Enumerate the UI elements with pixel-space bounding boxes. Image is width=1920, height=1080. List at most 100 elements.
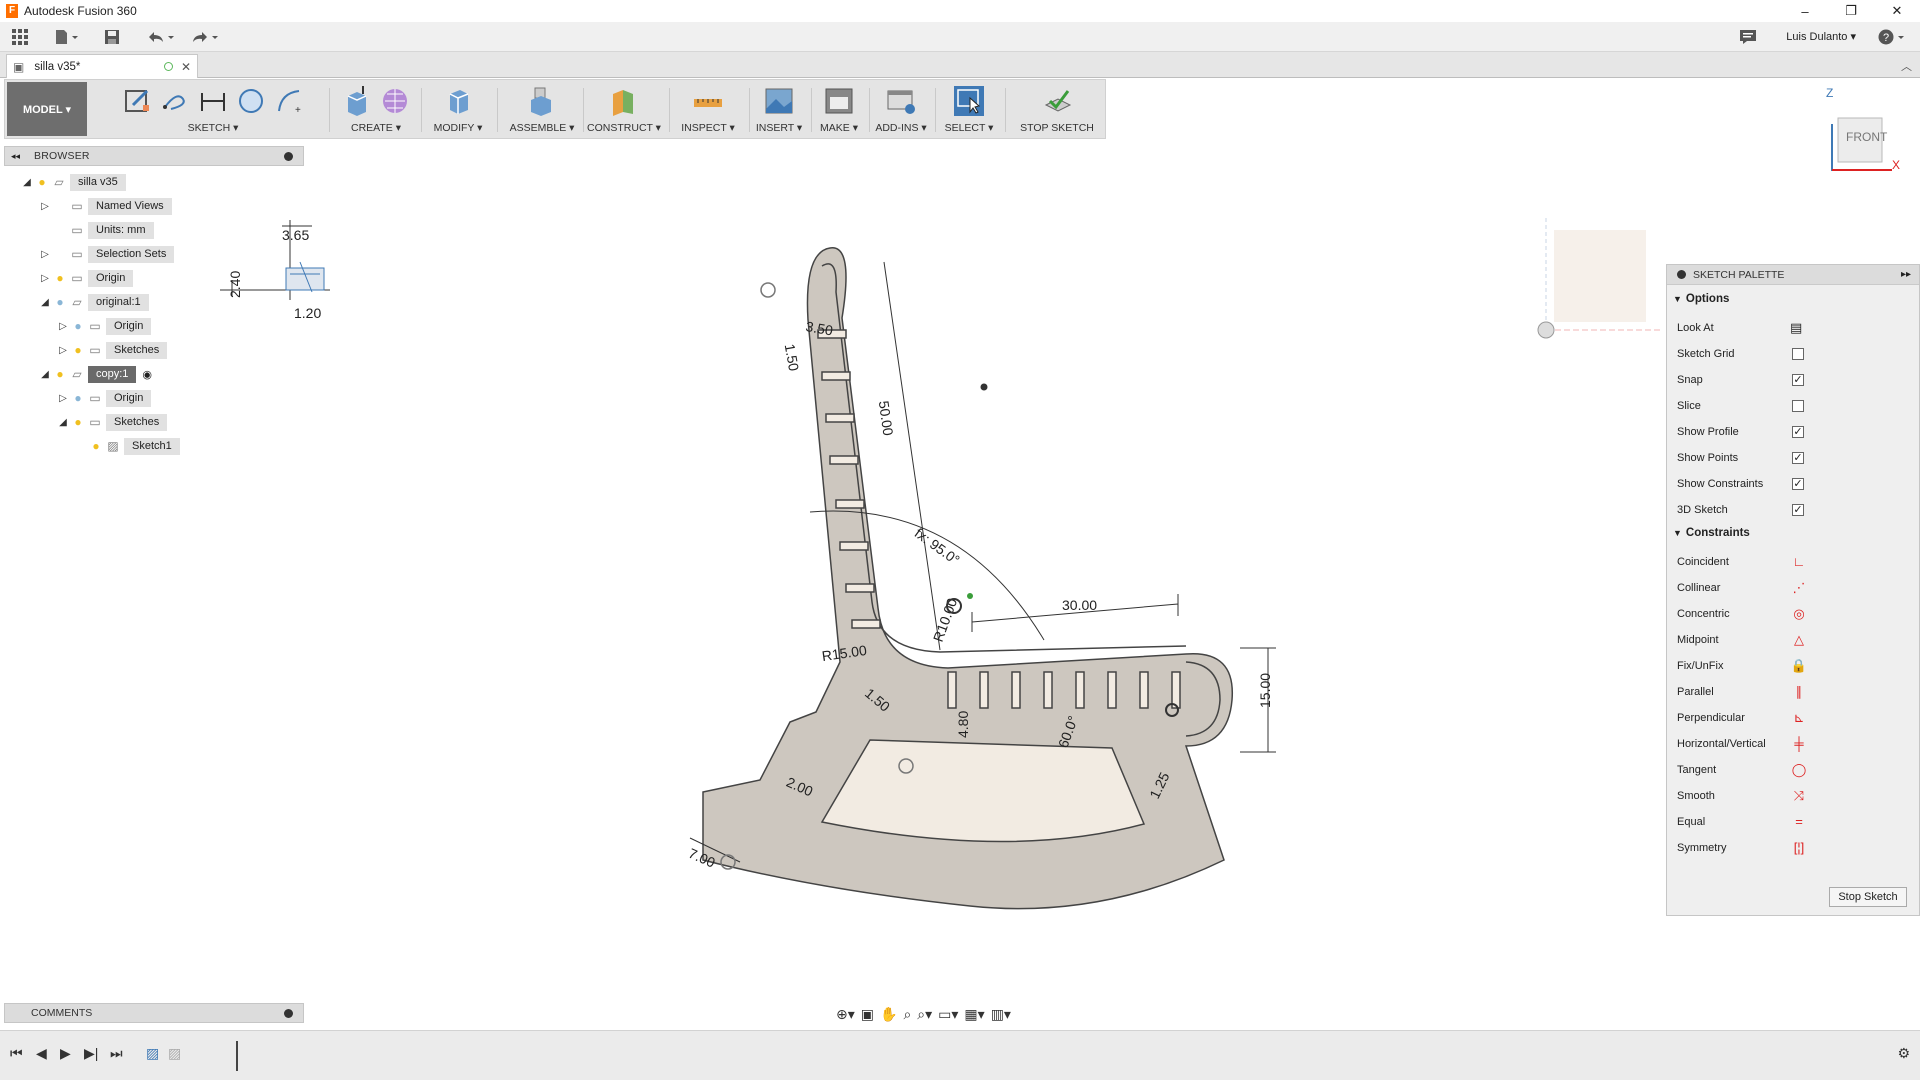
insert-group[interactable]: INSERT ▾ [751, 84, 807, 136]
go-to-start-icon[interactable]: ⏮ [10, 1045, 23, 1062]
chat-icon[interactable] [1740, 27, 1756, 47]
data-panel-grid-icon[interactable] [12, 27, 28, 47]
constraint-horizontal-vertical[interactable]: Horizontal/Vertical ╪ [1677, 735, 1911, 753]
redo-icon[interactable] [190, 27, 220, 47]
dimension-icon[interactable] [198, 86, 228, 116]
close-tab-icon[interactable]: ✕ [181, 60, 191, 74]
create-menu-label[interactable]: CREATE ▾ [335, 122, 417, 134]
collapse-arrow-icon[interactable]: ◢ [56, 417, 70, 428]
pin-browser-icon[interactable] [284, 151, 293, 161]
collapse-arrow-icon[interactable]: ◢ [38, 297, 52, 308]
add-ins-menu-label[interactable]: ADD-INS ▾ [871, 122, 931, 134]
tree-node-original-origin[interactable]: ▷ ● ▭ Origin [56, 317, 152, 335]
center-point-marker[interactable] [760, 282, 776, 298]
constraint-smooth[interactable]: Smooth ⤨ [1677, 787, 1911, 805]
scripts-icon[interactable] [886, 86, 916, 116]
constraint-parallel[interactable]: Parallel ∥ [1677, 683, 1911, 701]
dimension-label[interactable]: 2.00 [784, 774, 816, 800]
dimension-label[interactable]: R10.00 [930, 596, 961, 644]
visibility-bulb-icon[interactable]: ● [70, 319, 86, 333]
option-show-constraints[interactable]: Show Constraints ✓ [1677, 475, 1911, 493]
select-menu-label[interactable]: SELECT ▾ [939, 122, 999, 134]
sketch-group[interactable]: + SKETCH ▾ [113, 84, 313, 136]
make-group[interactable]: MAKE ▾ [813, 84, 865, 136]
zoom-icon[interactable]: ⌕ [903, 1006, 911, 1023]
center-point-marker[interactable] [967, 593, 973, 599]
display-settings-icon[interactable]: ▭▾ [938, 1006, 958, 1023]
measure-icon[interactable] [693, 86, 723, 116]
stop-sketch-group[interactable]: STOP SKETCH [1009, 84, 1105, 136]
visibility-bulb-icon[interactable]: ● [88, 439, 104, 453]
collapse-arrow-icon[interactable]: ▼ [1673, 528, 1682, 538]
modify-menu-label[interactable]: MODIFY ▾ [425, 122, 491, 134]
expand-arrow-icon[interactable]: ▷ [38, 273, 52, 284]
center-point-marker[interactable] [1165, 703, 1179, 717]
tree-node-named-views[interactable]: ▷ ▭ Named Views [38, 197, 172, 215]
create-group[interactable]: CREATE ▾ [335, 84, 417, 136]
option-3d-sketch[interactable]: 3D Sketch ✓ [1677, 501, 1911, 519]
undo-icon[interactable] [146, 27, 176, 47]
tree-node-original-component[interactable]: ◢ ● ▱ original:1 [38, 293, 149, 311]
timeline-sketch-feature-icon[interactable]: ▨ [146, 1045, 159, 1062]
tangent-icon[interactable]: ◯ [1790, 762, 1808, 778]
add-ins-group[interactable]: ADD-INS ▾ [871, 84, 931, 136]
save-icon[interactable] [104, 27, 120, 47]
tree-node-copy-origin[interactable]: ▷ ● ▭ Origin [56, 389, 152, 407]
dimension-label[interactable]: fx: 95.0° [912, 525, 963, 568]
create-sketch-icon[interactable] [122, 86, 152, 116]
comments-panel-header[interactable]: COMMENTS [4, 1003, 304, 1023]
option-show-profile[interactable]: Show Profile ✓ [1677, 423, 1911, 441]
user-account-menu[interactable]: Luis Dulanto ▾ [1786, 30, 1856, 43]
constraint-concentric[interactable]: Concentric ◎ [1677, 605, 1911, 623]
help-icon[interactable]: ? [1878, 27, 1906, 47]
assemble-group[interactable]: ASSEMBLE ▾ [501, 84, 583, 136]
sketch-point[interactable] [980, 383, 988, 391]
timeline-settings-icon[interactable]: ⚙ [1897, 1045, 1910, 1062]
pin-comments-icon[interactable] [284, 1008, 293, 1018]
collinear-icon[interactable]: ⋰ [1790, 580, 1808, 596]
extrude-icon[interactable] [342, 86, 372, 116]
lock-icon[interactable]: 🔒 [1790, 658, 1808, 674]
expand-palette-icon[interactable]: ▸▸ [1901, 269, 1911, 280]
option-look-at[interactable]: Look At ▤ [1677, 319, 1911, 337]
inspect-menu-label[interactable]: INSPECT ▾ [673, 122, 743, 134]
collapse-browser-icon[interactable]: ◂◂ [11, 151, 20, 162]
collapse-arrow-icon[interactable]: ◢ [20, 177, 34, 188]
center-point-marker[interactable] [898, 758, 914, 774]
close-window-button[interactable]: ✕ [1874, 0, 1920, 22]
tree-node-original-sketches[interactable]: ▷ ● ▭ Sketches [56, 341, 168, 359]
dimension-label[interactable]: 4.80 [955, 711, 971, 738]
option-sketch-grid[interactable]: Sketch Grid [1677, 345, 1911, 363]
show-profile-checkbox[interactable]: ✓ [1792, 426, 1804, 438]
press-pull-icon[interactable] [443, 86, 473, 116]
collapse-arrow-icon[interactable]: ▼ [1673, 294, 1682, 304]
dimension-label[interactable]: 1.50 [782, 343, 803, 373]
slice-checkbox[interactable] [1792, 400, 1804, 412]
parallel-icon[interactable]: ∥ [1790, 684, 1808, 700]
3d-print-icon[interactable] [824, 86, 854, 116]
horizontal-vertical-icon[interactable]: ╪ [1790, 736, 1808, 752]
collapse-arrow-icon[interactable]: ◢ [38, 369, 52, 380]
timeline-marker[interactable] [236, 1041, 238, 1071]
concentric-icon[interactable]: ◎ [1790, 606, 1808, 622]
constraint-tangent[interactable]: Tangent ◯ [1677, 761, 1911, 779]
visibility-bulb-icon[interactable]: ● [52, 367, 68, 381]
insert-image-icon[interactable] [764, 86, 794, 116]
orbit-icon[interactable]: ⊕▾ [836, 1006, 855, 1023]
visibility-bulb-icon[interactable]: ● [70, 343, 86, 357]
expand-arrow-icon[interactable]: ▷ [56, 345, 70, 356]
constraint-collinear[interactable]: Collinear ⋰ [1677, 579, 1911, 597]
pan-icon[interactable]: ✋ [880, 1006, 897, 1023]
option-slice[interactable]: Slice [1677, 397, 1911, 415]
insert-menu-label[interactable]: INSERT ▾ [751, 122, 807, 134]
constraint-coincident[interactable]: Coincident ∟ [1677, 553, 1911, 571]
visibility-bulb-icon[interactable]: ● [70, 415, 86, 429]
option-snap[interactable]: Snap ✓ [1677, 371, 1911, 389]
fit-icon[interactable]: ⌕▾ [917, 1006, 932, 1023]
step-back-icon[interactable]: ◀ [36, 1045, 47, 1062]
constraint-equal[interactable]: Equal = [1677, 813, 1911, 831]
line-icon[interactable] [160, 86, 190, 116]
browser-header[interactable]: ◂◂ BROWSER [4, 146, 304, 166]
modify-group[interactable]: MODIFY ▾ [425, 84, 491, 136]
dimension-label[interactable]: 3.65 [282, 227, 309, 243]
